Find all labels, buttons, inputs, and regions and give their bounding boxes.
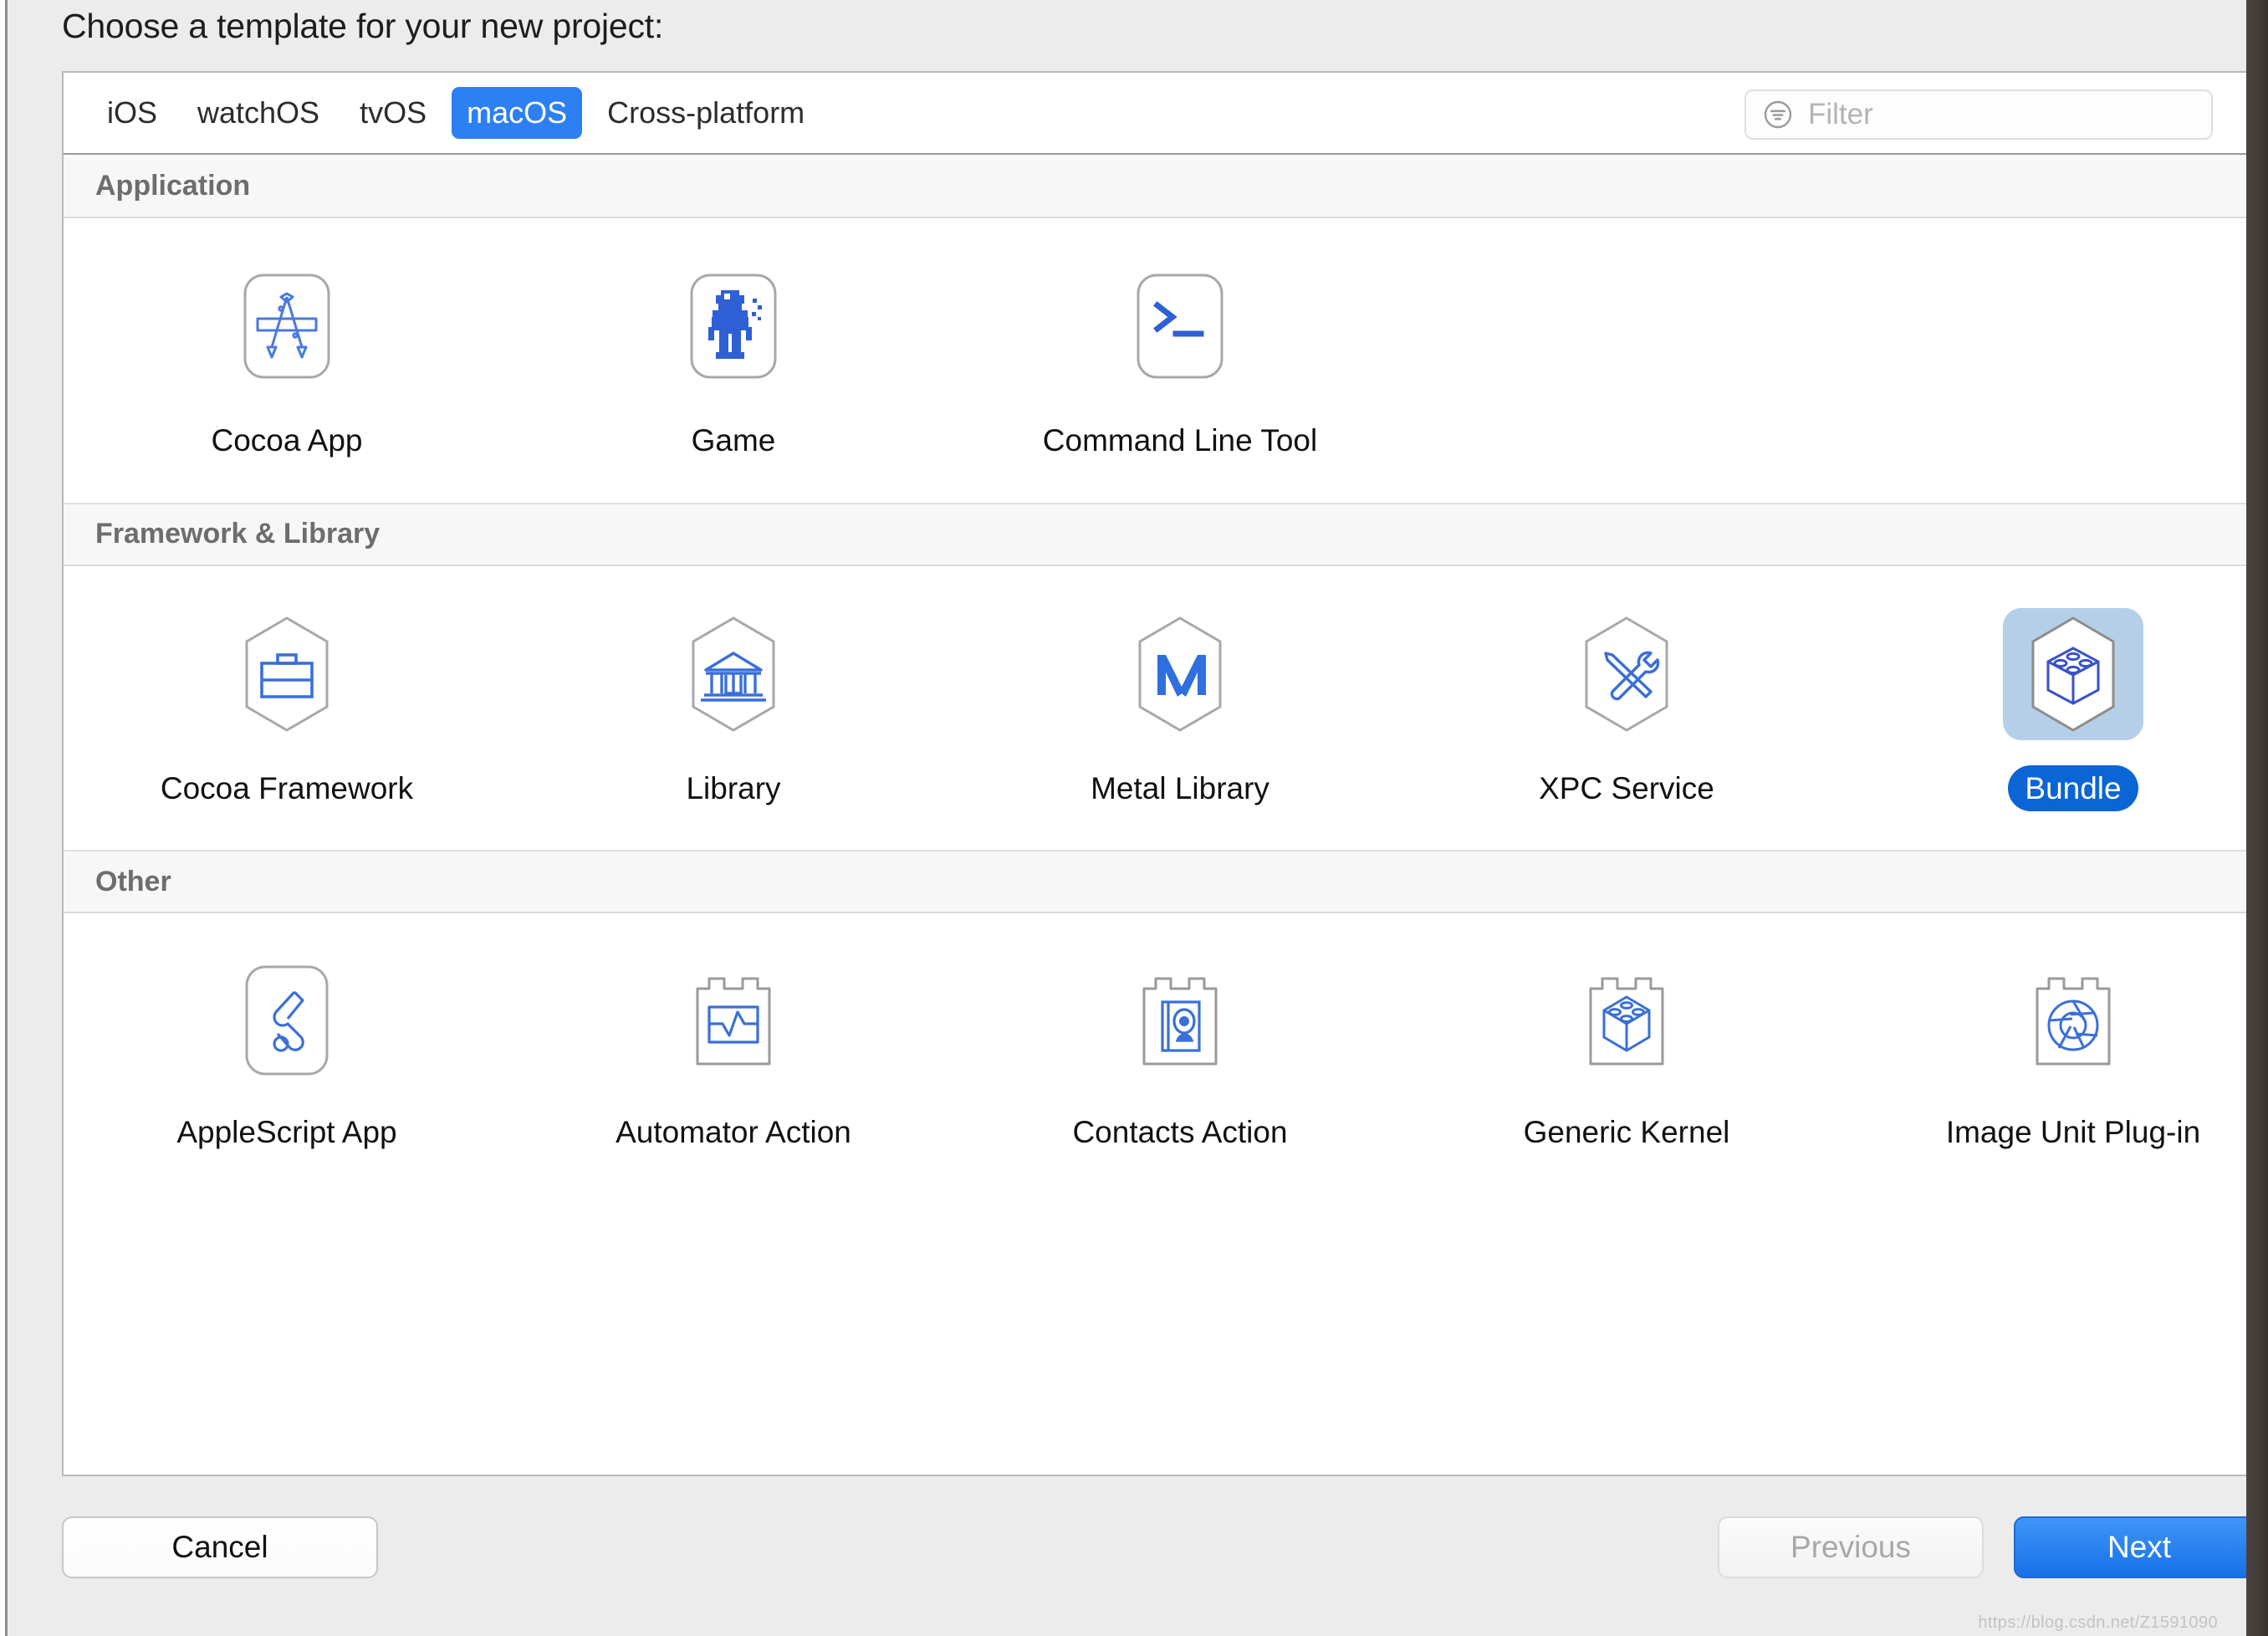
tab-watchos[interactable]: watchOS xyxy=(182,87,335,139)
template-icon-tile xyxy=(663,260,804,392)
template-label: Bundle xyxy=(2008,765,2138,812)
template-label: AppleScript App xyxy=(160,1109,413,1156)
window-frame: Choose a template for your new project: … xyxy=(0,0,2268,1636)
section-header-application: Application xyxy=(64,155,2263,218)
template-icon-tile xyxy=(1110,608,1250,740)
terminal-prompt-icon xyxy=(1117,265,1243,387)
camera-aperture-icon xyxy=(2010,960,2136,1082)
template-cocoa-app[interactable]: Cocoa App xyxy=(64,260,510,464)
contacts-book-icon xyxy=(1117,960,1243,1082)
filter-input[interactable]: Filter xyxy=(1744,89,2213,140)
template-label: Cocoa Framework xyxy=(144,765,430,812)
app-store-a-icon xyxy=(224,265,350,387)
kernel-cube-icon xyxy=(1564,960,1689,1082)
template-list-scroll-area[interactable]: Application xyxy=(64,155,2263,1475)
template-game[interactable]: Game xyxy=(510,260,957,464)
page-title: Choose a template for your new project: xyxy=(62,7,663,46)
tab-ios[interactable]: iOS xyxy=(92,87,172,139)
tab-tvos[interactable]: tvOS xyxy=(345,87,442,139)
template-icon-tile xyxy=(1556,608,1697,740)
window-left-edge xyxy=(0,0,8,1636)
template-label: Command Line Tool xyxy=(1026,417,1334,464)
new-project-template-dialog: Choose a template for your new project: … xyxy=(10,0,2246,1636)
filter-placeholder-text: Filter xyxy=(1808,98,1873,131)
pixel-robot-icon xyxy=(671,265,796,387)
template-icon-tile xyxy=(663,608,804,740)
template-browser-panel: iOS watchOS tvOS macOS Cross-platform Fi… xyxy=(62,71,2263,1476)
filter-circle-icon xyxy=(1761,98,1795,131)
template-label: Library xyxy=(669,765,797,812)
template-label: Game xyxy=(675,417,793,464)
watermark-text: https://blog.csdn.net/Z1591090 xyxy=(1978,1613,2218,1633)
template-icon-tile xyxy=(217,955,357,1087)
template-icon-tile xyxy=(217,260,357,392)
template-row-framework-library: Cocoa Framework xyxy=(64,566,2263,851)
template-generic-kernel[interactable]: Generic Kernel xyxy=(1403,955,1850,1156)
template-icon-tile xyxy=(1110,955,1250,1087)
template-contacts-action[interactable]: Contacts Action xyxy=(957,955,1403,1156)
cube-bundle-icon xyxy=(2010,611,2136,737)
template-label: Generic Kernel xyxy=(1507,1109,1747,1156)
template-icon-tile xyxy=(663,955,804,1087)
tab-cross-platform[interactable]: Cross-platform xyxy=(592,87,820,139)
section-header-other: Other xyxy=(64,850,2263,913)
template-icon-tile xyxy=(2003,608,2143,740)
template-label: XPC Service xyxy=(1522,765,1731,812)
template-icon-tile xyxy=(1110,260,1250,392)
template-xpc-service[interactable]: XPC Service xyxy=(1403,608,1850,812)
next-button[interactable]: Next xyxy=(2014,1516,2265,1578)
previous-button[interactable]: Previous xyxy=(1718,1516,1984,1578)
screwdriver-wrench-icon xyxy=(1564,611,1689,737)
template-icon-tile xyxy=(217,608,357,740)
template-label: Metal Library xyxy=(1074,765,1286,812)
template-image-unit-plugin[interactable]: Image Unit Plug-in xyxy=(1850,955,2263,1156)
cancel-button[interactable]: Cancel xyxy=(62,1516,378,1578)
automator-waveform-icon xyxy=(671,960,796,1082)
template-icon-tile xyxy=(1556,955,1697,1087)
dialog-button-bar: Cancel Previous Next https://blog.csdn.n… xyxy=(10,1477,2246,1636)
template-label: Image Unit Plug-in xyxy=(1929,1109,2217,1156)
template-automator-action[interactable]: Automator Action xyxy=(510,955,957,1156)
platform-tab-bar: iOS watchOS tvOS macOS Cross-platform Fi… xyxy=(64,73,2263,155)
section-header-framework-library: Framework & Library xyxy=(64,503,2263,566)
template-command-line-tool[interactable]: Command Line Tool xyxy=(957,260,1403,464)
template-metal-library[interactable]: Metal Library xyxy=(957,608,1403,812)
applescript-scroll-icon xyxy=(224,960,350,1082)
template-row-application: Cocoa App xyxy=(64,218,2263,503)
template-library[interactable]: Library xyxy=(510,608,957,812)
template-label: Cocoa App xyxy=(194,417,379,464)
template-bundle[interactable]: Bundle xyxy=(1850,608,2263,812)
template-cocoa-framework[interactable]: Cocoa Framework xyxy=(64,608,510,812)
template-row-other: AppleScript App Auto xyxy=(64,913,2263,1194)
template-label: Automator Action xyxy=(599,1109,868,1156)
window-right-edge xyxy=(2246,0,2268,1636)
template-icon-tile xyxy=(2003,955,2143,1087)
template-label: Contacts Action xyxy=(1055,1109,1304,1156)
classical-building-icon xyxy=(671,611,796,737)
metal-m-icon xyxy=(1117,611,1243,737)
tab-macos[interactable]: macOS xyxy=(452,87,582,139)
template-applescript-app[interactable]: AppleScript App xyxy=(64,955,510,1156)
briefcase-icon xyxy=(224,611,350,737)
